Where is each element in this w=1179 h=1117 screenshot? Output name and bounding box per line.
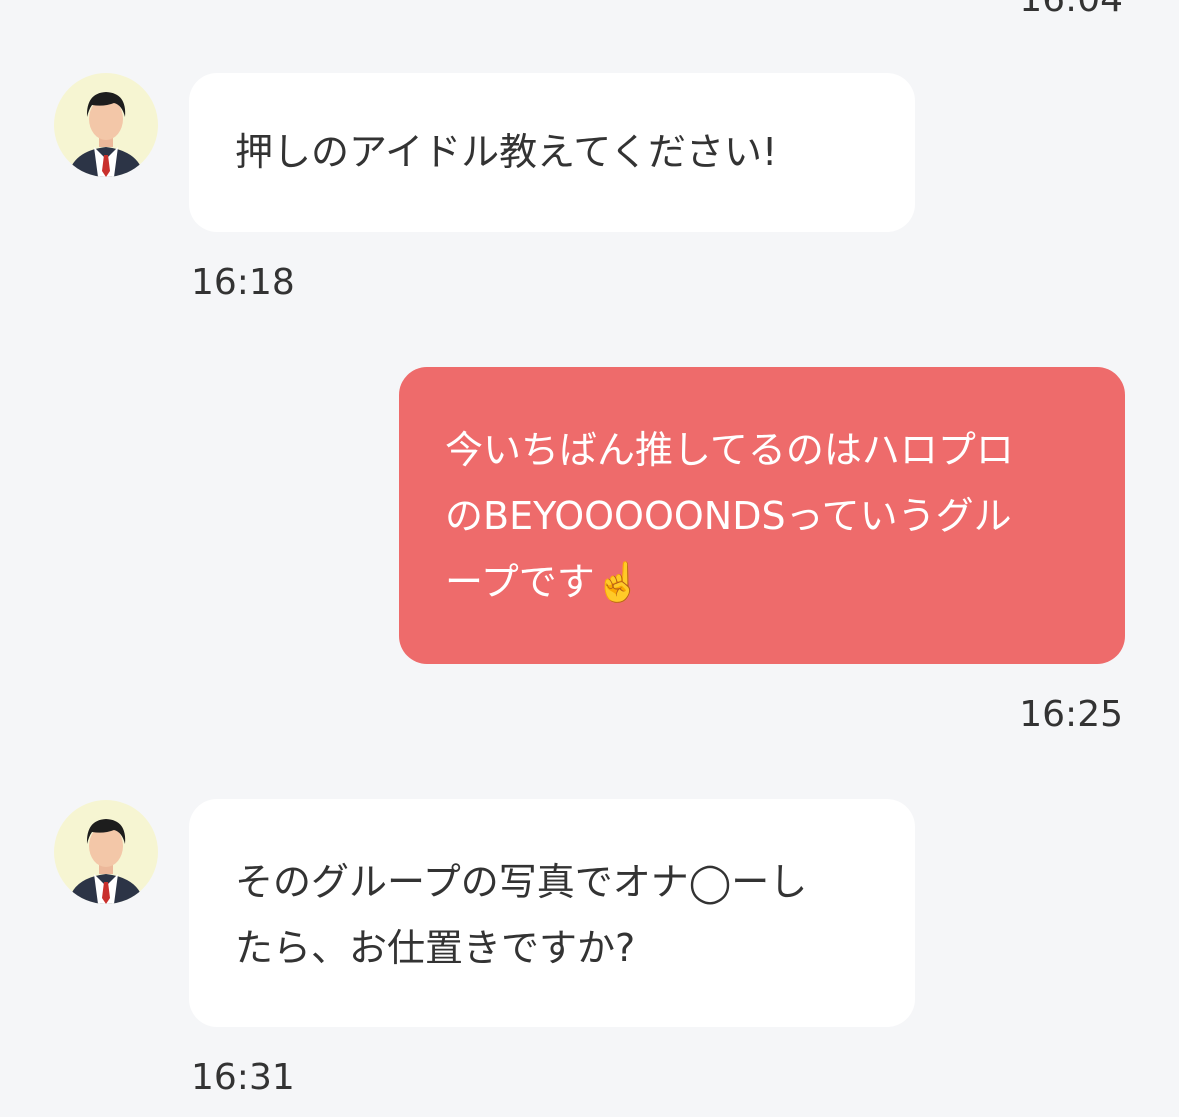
message-text-line-1: そのグループの写真でオナ◯ーし — [235, 860, 808, 904]
message-time: 16:25 — [1019, 694, 1123, 735]
previous-message-time: 16:04 — [1019, 0, 1123, 18]
message-text-line-2: たら、お仕置きですか? — [235, 926, 636, 970]
message-bubble-outgoing[interactable]: 今いちばん推してるのはハロプロ のBEYOOOOONDSっていうグル ープです☝… — [399, 367, 1125, 664]
message-text-line-3: ープです☝️ — [445, 560, 643, 604]
avatar-man-in-suit-icon — [68, 92, 144, 177]
message-time: 16:31 — [191, 1057, 295, 1098]
message-time: 16:18 — [191, 262, 295, 303]
avatar-man-in-suit-icon — [68, 819, 144, 904]
message-bubble-incoming[interactable]: 押しのアイドル教えてください! — [189, 73, 915, 232]
sender-avatar[interactable] — [54, 800, 158, 904]
message-bubble-incoming[interactable]: そのグループの写真でオナ◯ーし たら、お仕置きですか? — [189, 799, 915, 1027]
message-text: 押しのアイドル教えてください! — [235, 130, 778, 174]
sender-avatar[interactable] — [54, 73, 158, 177]
message-text-line-2: のBEYOOOOONDSっていうグル — [445, 494, 1012, 538]
message-text-line-1: 今いちばん推してるのはハロプロ — [445, 428, 1014, 472]
